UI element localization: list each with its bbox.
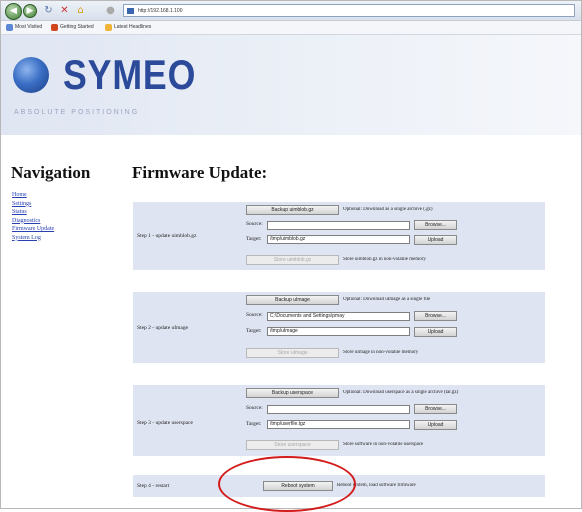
- back-button[interactable]: ◀: [5, 3, 22, 20]
- store-uimblob-button[interactable]: Store uimblob.gz: [246, 255, 339, 265]
- address-bar[interactable]: http://192.168.1.100: [123, 4, 575, 17]
- step-1-panel: Step 1 - update uimblob.gz Backup uimblo…: [133, 202, 545, 270]
- store-userspace-button[interactable]: Store userspace: [246, 440, 339, 450]
- backup-uimage-button[interactable]: Backup uImage: [246, 295, 339, 305]
- symeo-logo-icon: [13, 57, 49, 93]
- backup-uimblob-button[interactable]: Backup uimblob.gz: [246, 205, 339, 215]
- step-2-upload-button[interactable]: Upload: [414, 327, 457, 337]
- source-label: Source:: [246, 405, 263, 411]
- site-header: SYMEO ABSOLUTE POSITIONING: [1, 35, 581, 135]
- nav-link-settings[interactable]: Settings: [12, 200, 54, 209]
- backup-uimblob-description: Optional: Download as a single archive (…: [343, 207, 433, 212]
- step-1-browse-button[interactable]: Browse...: [414, 220, 457, 230]
- navigation-title: Navigation: [11, 163, 91, 182]
- bookmark-latest-headlines[interactable]: Latest Headlines: [105, 23, 151, 32]
- step-1-source-input[interactable]: [267, 221, 410, 230]
- bookmarks-bar: Most Visited Getting Started Latest Head…: [1, 21, 581, 35]
- forward-button[interactable]: ▶: [23, 4, 37, 18]
- nav-link-home[interactable]: Home: [12, 191, 54, 200]
- step-3-upload-button[interactable]: Upload: [414, 420, 457, 430]
- step-2-target-input[interactable]: /tmp/uImage: [267, 327, 410, 336]
- address-text: http://192.168.1.100: [138, 8, 183, 14]
- source-label: Source:: [246, 312, 263, 318]
- step-1-label: Step 1 - update uimblob.gz: [137, 233, 197, 239]
- step-2-browse-button[interactable]: Browse...: [414, 311, 457, 321]
- bookmark-getting-started[interactable]: Getting Started: [51, 23, 94, 32]
- step-4-label: Step 4 - restart: [137, 483, 170, 489]
- navigation-list: Home Settings Status Diagnostics Firmwar…: [12, 191, 54, 242]
- target-label: Target:: [246, 421, 262, 427]
- step-3-panel: Step 3 - update userspace Backup userspa…: [133, 385, 545, 456]
- step-2-label: Step 2 - update uImage: [137, 325, 189, 331]
- stop-icon[interactable]: ✕: [59, 5, 70, 16]
- store-userspace-description: Store software in non-volatile userspace: [343, 442, 424, 447]
- target-label: Target:: [246, 236, 262, 242]
- step-3-source-input[interactable]: [267, 405, 410, 414]
- nav-link-status[interactable]: Status: [12, 208, 54, 217]
- nav-link-system-log[interactable]: System Log: [12, 234, 54, 243]
- step-1-upload-button[interactable]: Upload: [414, 235, 457, 245]
- step-3-browse-button[interactable]: Browse...: [414, 404, 457, 414]
- backup-userspace-button[interactable]: Backup userspace: [246, 388, 339, 398]
- nav-link-firmware-update[interactable]: Firmware Update: [12, 225, 54, 234]
- highlight-ellipse: [218, 456, 356, 512]
- step-1-target-input[interactable]: /tmp/uimblob.gz: [267, 235, 410, 244]
- step-2-source-input[interactable]: C:\Documents and Settings\pmay: [267, 312, 410, 321]
- source-label: Source:: [246, 221, 263, 227]
- store-uimage-button[interactable]: Store uImage: [246, 348, 339, 358]
- store-uimage-description: Store uImage in non-volatile memory: [343, 350, 419, 355]
- logo-text: SYMEO: [63, 51, 197, 98]
- nav-link-diagnostics[interactable]: Diagnostics: [12, 217, 54, 226]
- store-uimblob-description: Store uimblob.gz in non-volatile memory: [343, 257, 426, 262]
- target-label: Target:: [246, 328, 262, 334]
- reload-icon[interactable]: ↻: [43, 5, 54, 16]
- page-icon: [127, 8, 134, 14]
- favicon-icon: ●: [106, 5, 115, 16]
- browser-toolbar: ◀ ▶ ↻ ✕ ⌂ ● http://192.168.1.100: [1, 1, 581, 21]
- backup-uimage-description: Optional: Download uImage as a single fi…: [343, 297, 431, 302]
- reboot-system-description: Reboot system, load software firmware: [337, 483, 416, 488]
- backup-userspace-description: Optional: Download userspace as a single…: [343, 390, 459, 395]
- home-icon[interactable]: ⌂: [75, 5, 86, 16]
- step-3-target-input[interactable]: /tmp/userfile.tgz: [267, 420, 410, 429]
- logo-subtitle: ABSOLUTE POSITIONING: [14, 109, 140, 116]
- page-title: Firmware Update:: [132, 163, 268, 182]
- step-3-label: Step 3 - update userspace: [137, 420, 193, 426]
- bookmark-most-visited[interactable]: Most Visited: [6, 23, 42, 32]
- step-2-panel: Step 2 - update uImage Backup uImage Opt…: [133, 292, 545, 363]
